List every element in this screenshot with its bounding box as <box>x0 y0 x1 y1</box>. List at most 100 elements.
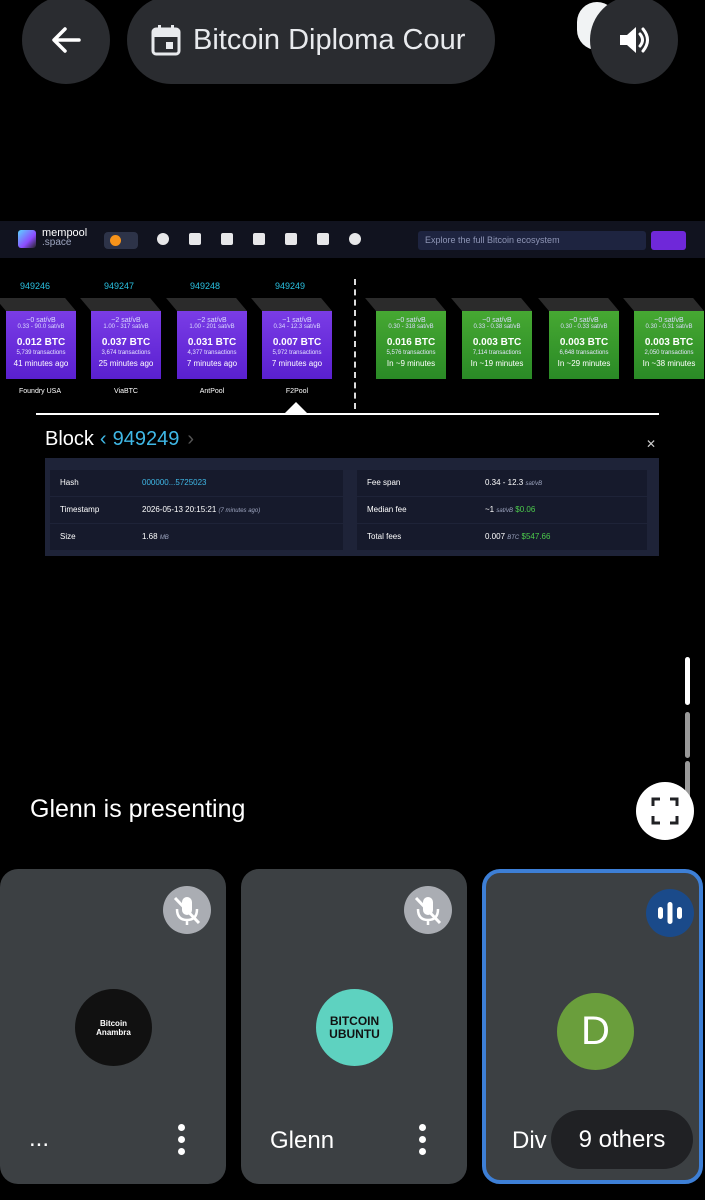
pending-block: ~0 sat/vB 0.33 - 0.38 sat/vB 0.003 BTC 7… <box>462 311 532 379</box>
total-fees-usd: $547.66 <box>521 532 551 541</box>
block-height: 949248 <box>189 281 221 291</box>
block-fee-span: 0.30 - 0.31 sat/vB <box>645 324 693 330</box>
block-btc: 0.037 BTC <box>101 337 151 348</box>
participant-tile[interactable]: Bitcoin Anambra ... <box>0 869 226 1184</box>
block-tx: 5,739 transactions <box>16 350 66 356</box>
block-fee-span: 0.30 - 0.33 sat/vB <box>560 324 608 330</box>
avatar: D <box>557 993 634 1070</box>
block-tx: 6,648 transactions <box>559 350 609 356</box>
block-tx: 5,576 transactions <box>386 350 436 356</box>
presentation-stage: mempool .space Explore the full Bitcoin … <box>0 0 705 855</box>
block-eta: In ~9 minutes <box>386 359 436 368</box>
median-fee-unit: sat/vB <box>496 508 514 514</box>
fullscreen-button[interactable] <box>636 782 694 840</box>
block-btc: 0.016 BTC <box>386 337 436 348</box>
block-fee: ~1 sat/vB <box>282 317 312 324</box>
scroll-indicator <box>685 657 690 705</box>
more-vert-icon[interactable] <box>178 1124 186 1158</box>
fee-span-unit: sat/vB <box>525 481 543 487</box>
size-label: Size <box>60 532 76 541</box>
others-button[interactable]: 9 others <box>551 1110 693 1169</box>
shared-screen: mempool .space Explore the full Bitcoin … <box>0 221 705 561</box>
mempool-brand: mempool .space <box>42 228 87 248</box>
block-fee-span: 0.30 - 318 sat/vB <box>388 324 434 330</box>
block-fee-span: 0.33 - 0.38 sat/vB <box>473 324 521 330</box>
block-top <box>0 298 76 311</box>
timestamp-label: Timestamp <box>60 505 100 514</box>
block-tx: 2,050 transactions <box>644 350 694 356</box>
fee-span-label: Fee span <box>367 478 401 487</box>
mined-block: ~2 sat/vB 1.00 - 201 sat/vB 0.031 BTC 4,… <box>177 311 247 379</box>
more-vert-icon[interactable] <box>419 1124 427 1158</box>
lightning-icon <box>253 233 265 245</box>
block-details: Hash 000000...5725023 Timestamp 2026-05-… <box>45 458 659 556</box>
chevron-left-icon: ‹ <box>99 428 107 450</box>
block-fee: ~0 sat/vB <box>26 317 56 324</box>
participant-name: Glenn <box>270 1127 335 1154</box>
graph-icon <box>285 233 297 245</box>
brand-sub: .space <box>42 237 72 248</box>
block-age: 7 minutes ago <box>271 359 323 368</box>
bitcoin-icon <box>110 235 121 246</box>
block-top <box>365 298 446 311</box>
timestamp-value: 2026-05-13 20:15:21 (7 minutes ago) <box>142 505 260 514</box>
block-fee: ~0 sat/vB <box>569 317 599 324</box>
pending-block: ~0 sat/vB 0.30 - 318 sat/vB 0.016 BTC 5,… <box>376 311 446 379</box>
size-unit: MB <box>159 535 169 541</box>
hash-row: Hash 000000...5725023 <box>50 470 343 496</box>
timestamp-row: Timestamp 2026-05-13 20:15:21 (7 minutes… <box>50 497 343 523</box>
mic-off-icon <box>404 886 452 934</box>
block-btc: 0.007 BTC <box>272 337 322 348</box>
hash-value: 000000...5725023 <box>142 478 207 487</box>
block-height: 949246 <box>19 281 51 291</box>
speaking-indicator-icon <box>646 889 694 937</box>
block-top <box>623 298 704 311</box>
audio-output-button[interactable] <box>590 0 678 84</box>
size-text: 1.68 <box>142 532 158 541</box>
block-tx: 7,114 transactions <box>472 350 522 356</box>
participant-tile[interactable]: BITCOIN UBUNTU Glenn <box>241 869 467 1184</box>
close-icon: ✕ <box>646 437 657 451</box>
participant-name: Div <box>512 1127 547 1154</box>
block-fee: ~0 sat/vB <box>482 317 512 324</box>
block-tx: 3,674 transactions <box>101 350 151 356</box>
mempool-logo-icon <box>18 230 36 248</box>
pending-block: ~0 sat/vB 0.30 - 0.33 sat/vB 0.003 BTC 6… <box>549 311 619 379</box>
presenting-label: Glenn is presenting <box>30 795 246 823</box>
block-fee-span: 0.34 - 12.3 sat/vB <box>273 324 321 330</box>
fee-span-value: 0.34 - 12.3 sat/vB <box>485 478 542 487</box>
mined-block: ~2 sat/vB 1.00 - 317 sat/vB 0.037 BTC 3,… <box>91 311 161 379</box>
fullscreen-icon <box>651 797 679 825</box>
fee-span-text: 0.34 - 12.3 <box>485 478 524 487</box>
pool-name: ViaBTC <box>114 388 138 395</box>
block-label: Block <box>45 428 94 450</box>
total-fees-unit: BTC <box>507 535 520 541</box>
median-fee-text: ~1 <box>485 505 495 514</box>
timestamp-ago: (7 minutes ago) <box>218 508 261 514</box>
block-divider-line <box>36 413 659 415</box>
block-btc: 0.003 BTC <box>472 337 522 348</box>
block-top <box>166 298 247 311</box>
calendar-icon <box>151 25 181 56</box>
total-fees-label: Total fees <box>367 532 402 541</box>
meeting-title-chip[interactable]: Bitcoin Diploma Cour <box>127 0 495 84</box>
block-fee: ~2 sat/vB <box>111 317 141 324</box>
info-icon <box>349 233 361 245</box>
back-button[interactable] <box>22 0 110 84</box>
chevron-right-icon: › <box>187 428 194 450</box>
pool-name: Foundry USA <box>18 388 62 395</box>
network-selector <box>104 232 138 249</box>
avatar-initial: D <box>581 1009 610 1053</box>
block-height: 949249 <box>274 281 306 291</box>
timestamp-text: 2026-05-13 20:15:21 <box>142 505 217 514</box>
pending-block: ~0 sat/vB 0.30 - 0.31 sat/vB 0.003 BTC 2… <box>634 311 704 379</box>
arrow-left-icon <box>52 27 81 53</box>
size-value: 1.68 MB <box>142 532 169 541</box>
size-row: Size 1.68 MB <box>50 524 343 550</box>
block-top <box>538 298 619 311</box>
dashboard-icon <box>157 233 169 245</box>
block-age: 41 minutes ago <box>13 359 69 368</box>
pool-name: F2Pool <box>285 388 309 395</box>
block-number: 949249 <box>112 428 180 450</box>
mic-off-icon <box>163 886 211 934</box>
